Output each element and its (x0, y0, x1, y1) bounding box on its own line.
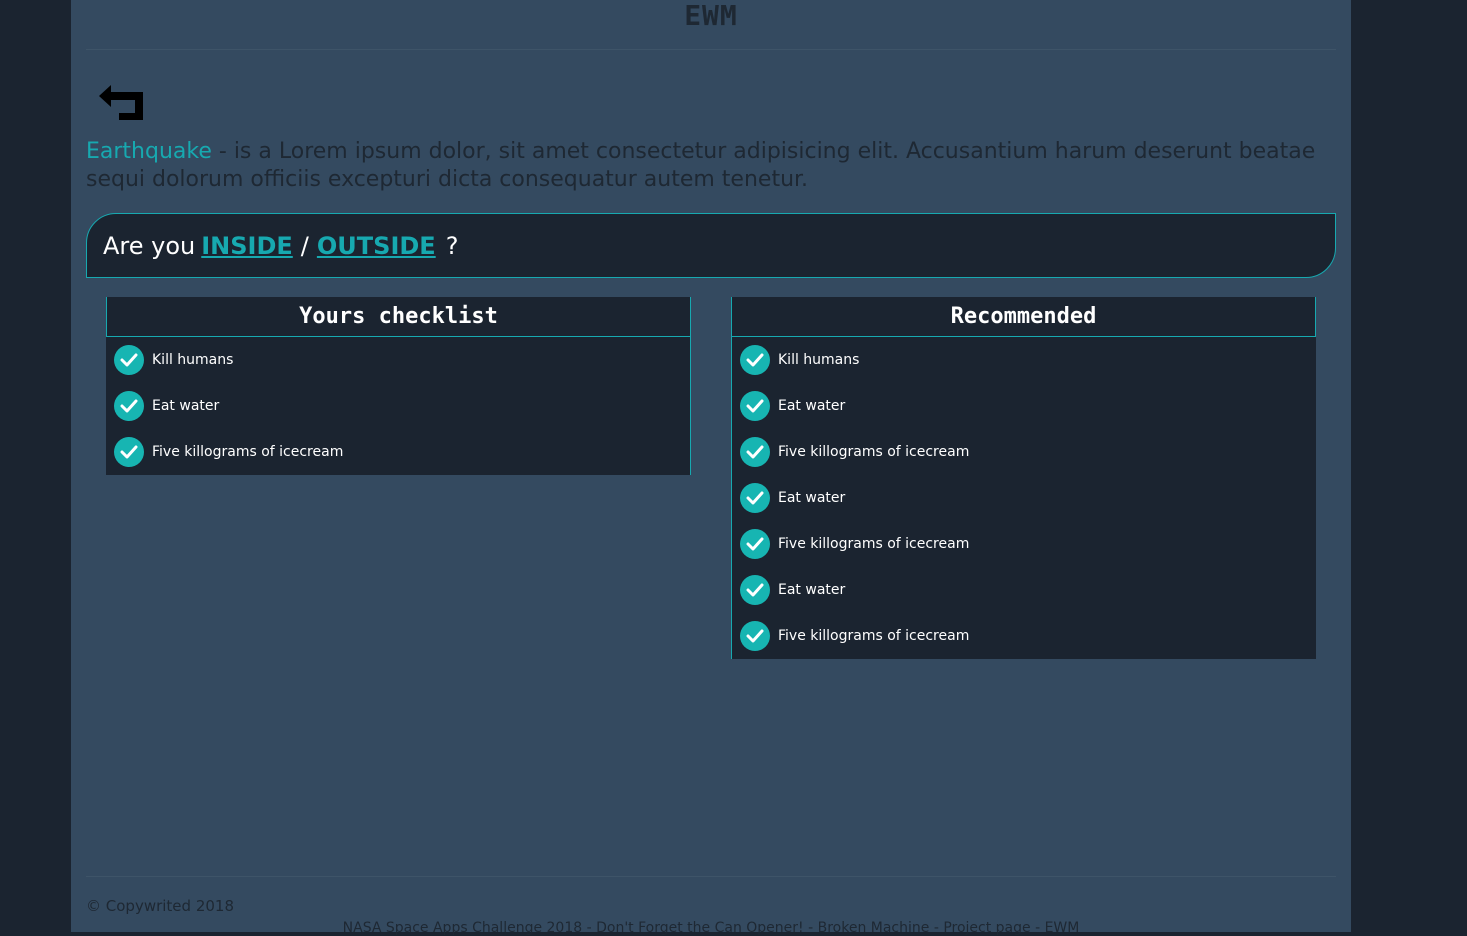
checklist-panel: Yours checklist Kill humans Eat water Five… (106, 297, 691, 475)
checklist-item[interactable]: Eat water (732, 383, 1316, 429)
check-icon (740, 437, 770, 467)
check-icon (740, 575, 770, 605)
question-prefix: Are you (103, 231, 196, 260)
hazard-name: Earthquake (86, 139, 212, 164)
recommended-title: Recommended (732, 297, 1316, 337)
copyright-text: © Copywrited 2018 (86, 897, 234, 915)
check-icon (114, 437, 144, 467)
checklist-item-label: Five killograms of icecream (778, 444, 970, 460)
check-icon (740, 483, 770, 513)
checklist-item[interactable]: Five killograms of icecream (732, 613, 1316, 659)
question-suffix: ? (445, 231, 459, 260)
location-question: Are you INSIDE / OUTSIDE ? (86, 213, 1336, 278)
checklist-item-label: Five killograms of icecream (778, 628, 970, 644)
check-icon (740, 529, 770, 559)
header: EWM (86, 0, 1336, 50)
checklist-item[interactable]: Kill humans (732, 337, 1316, 383)
recommended-items: Kill humans Eat water Five killograms of i… (732, 337, 1316, 659)
checklist-item[interactable]: Five killograms of icecream (732, 521, 1316, 567)
inside-link[interactable]: INSIDE (201, 232, 293, 260)
hazard-description: Earthquake - is a Lorem ipsum dolor, sit… (86, 138, 1321, 194)
check-icon (740, 391, 770, 421)
check-icon (114, 345, 144, 375)
checklist-item-label: Kill humans (778, 352, 860, 368)
checklist-items: Kill humans Eat water Five killograms of i… (106, 337, 690, 475)
footer: © Copywrited 2018 NASA Space Apps Challe… (86, 876, 1336, 936)
checklist-item[interactable]: Eat water (732, 475, 1316, 521)
checklist-item-label: Eat water (778, 398, 846, 414)
checklist-item-label: Eat water (778, 582, 846, 598)
checklist-item[interactable]: Five killograms of icecream (106, 429, 690, 475)
back-button[interactable] (97, 82, 147, 124)
hazard-description-text: - is a Lorem ipsum dolor, sit amet conse… (86, 139, 1316, 192)
back-arrow-icon (99, 85, 143, 120)
page-container: EWM Earthquake - is a Lorem ipsum dolor,… (71, 0, 1351, 936)
checklist-item-label: Eat water (152, 398, 220, 414)
checklist-item-label: Eat water (778, 490, 846, 506)
checklist-item[interactable]: Eat water (106, 383, 690, 429)
checklist-title: Yours checklist (106, 297, 690, 337)
checklist-item[interactable]: Kill humans (106, 337, 690, 383)
check-icon (114, 391, 144, 421)
credits-text: NASA Space Apps Challenge 2018 - Don't F… (342, 920, 1080, 936)
check-icon (740, 345, 770, 375)
outside-link[interactable]: OUTSIDE (317, 232, 436, 260)
logo[interactable]: EWM (684, 0, 738, 32)
checklist-item-label: Five killograms of icecream (152, 444, 344, 460)
question-separator: / (300, 231, 309, 260)
checklist-item-label: Kill humans (152, 352, 234, 368)
checklist-item-label: Five killograms of icecream (778, 536, 970, 552)
check-icon (740, 621, 770, 651)
checklist-item[interactable]: Five killograms of icecream (732, 429, 1316, 475)
checklist-item[interactable]: Eat water (732, 567, 1316, 613)
recommended-panel: Recommended Kill humans Eat water Five kil… (731, 297, 1316, 659)
